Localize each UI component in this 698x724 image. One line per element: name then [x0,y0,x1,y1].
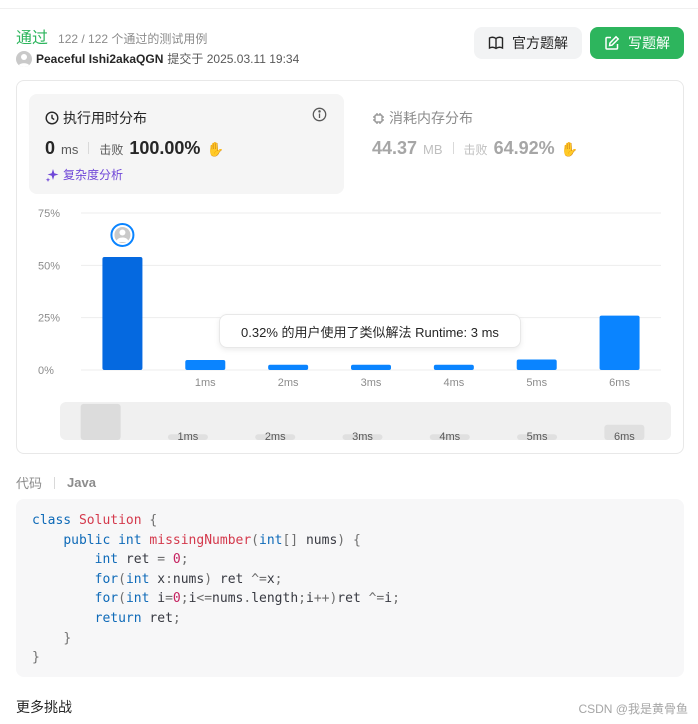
memory-unit: MB [423,142,443,157]
code-line: for(int i=0;i<=nums.length;i++)ret ^=i; [94,591,400,607]
runtime-unit: ms [61,142,79,157]
info-icon[interactable] [312,107,327,122]
chart-bar [185,359,226,370]
y-tick-label: 50% [38,260,60,272]
submitted-time: 提交于 2025.03.11 19:34 [167,52,300,66]
username[interactable]: Peaceful Ishi2akaQGN [36,52,163,66]
divider [88,142,90,154]
minimap-label: 6ms [614,431,635,440]
code-line: public int missingNumber(int[] nums) { [63,532,361,548]
y-tick-label: 75% [38,208,60,220]
book-icon [488,36,504,50]
clap-icon: ✋ [206,141,224,157]
runtime-beats-value: 100.00% [129,138,201,158]
more-challenges-heading: 更多挑战 [16,699,72,715]
top-divider [0,8,698,9]
divider [452,142,454,154]
code-line: for(int x:nums) ret ^=x; [94,571,283,587]
minimap-label: 1ms [178,431,199,440]
write-solution-label: 写题解 [628,35,670,51]
clock-icon [45,111,59,125]
x-tick-label: 6ms [609,377,630,389]
chart-bar [351,364,391,370]
code-block[interactable]: class Solution { public int missingNumbe… [16,499,684,677]
x-tick-label: 3ms [361,377,382,389]
chart-bar [516,359,557,370]
code-line: return ret; [94,610,181,626]
y-tick-label: 25% [38,313,60,325]
divider [54,476,56,489]
chart-bar [433,364,474,370]
runtime-value: 0 [45,138,56,158]
x-tick-label: 5ms [526,377,547,389]
sparkle-icon [45,168,59,182]
memory-tab[interactable]: 消耗内存分布 [372,108,473,128]
official-solution-label: 官方题解 [512,35,568,51]
watermark: CSDN @我是黄骨鱼 [578,702,688,716]
runtime-stats: 0 ms 击败 100.00% ✋ [45,138,224,159]
runtime-title[interactable]: 执行用时分布 [45,108,147,128]
code-line: int ret = 0; [94,552,189,568]
memory-beats-value: 64.92% [493,138,555,158]
chart-bar [599,315,640,370]
x-tick-label: 4ms [443,377,464,389]
minimap-label: 3ms [352,431,373,440]
code-line: class Solution { [32,513,158,528]
memory-beats-label: 击败 [463,143,488,157]
memory-title-label: 消耗内存分布 [389,110,473,126]
x-tick-label: 1ms [195,377,216,389]
complexity-label: 复杂度分析 [63,168,124,182]
minimap-label: 4ms [439,431,460,440]
code-header: 代码 Java [16,473,96,492]
chip-icon [373,112,384,124]
memory-stats: 44.37 MB 击败 64.92% ✋ [372,138,578,159]
official-solution-button[interactable]: 官方题解 [474,27,582,59]
status-label: 通过 [16,30,49,47]
code-label: 代码 [16,476,43,491]
submission-status: 通过 122 / 122 个通过的测试用例 [16,24,207,48]
minimap-bar [80,403,121,440]
chart-tooltip: 0.32% 的用户使用了类似解法 Runtime: 3 ms [219,314,521,348]
memory-value: 44.37 [372,138,418,158]
code-line: } [63,630,72,646]
minimap-label: 5ms [527,431,548,440]
clap-icon: ✋ [560,141,579,157]
avatar-head [119,229,126,236]
y-tick-label: 0% [38,365,54,377]
x-tick-label: 2ms [278,377,299,389]
chart-bar [268,364,309,370]
chart-minimap[interactable]: 1ms 2ms 3ms 4ms 5ms 6ms [60,402,671,440]
minimap-label: 2ms [265,431,286,440]
user-avatar-icon[interactable] [16,50,32,67]
complexity-analysis-link[interactable]: 复杂度分析 [45,166,123,183]
runtime-title-label: 执行用时分布 [63,110,147,126]
test-count: 122 / 122 个通过的测试用例 [58,32,208,46]
submitter-info: Peaceful Ishi2akaQGN 提交于 2025.03.11 19:3… [16,50,299,67]
edit-icon [605,35,620,50]
runtime-beats-label: 击败 [99,143,124,157]
code-line: } [32,650,40,666]
write-solution-button[interactable]: 写题解 [590,27,684,59]
code-language: Java [67,475,96,490]
minimap-bars: 1ms 2ms 3ms 4ms 5ms 6ms [80,403,645,440]
chart-bar [102,256,143,370]
